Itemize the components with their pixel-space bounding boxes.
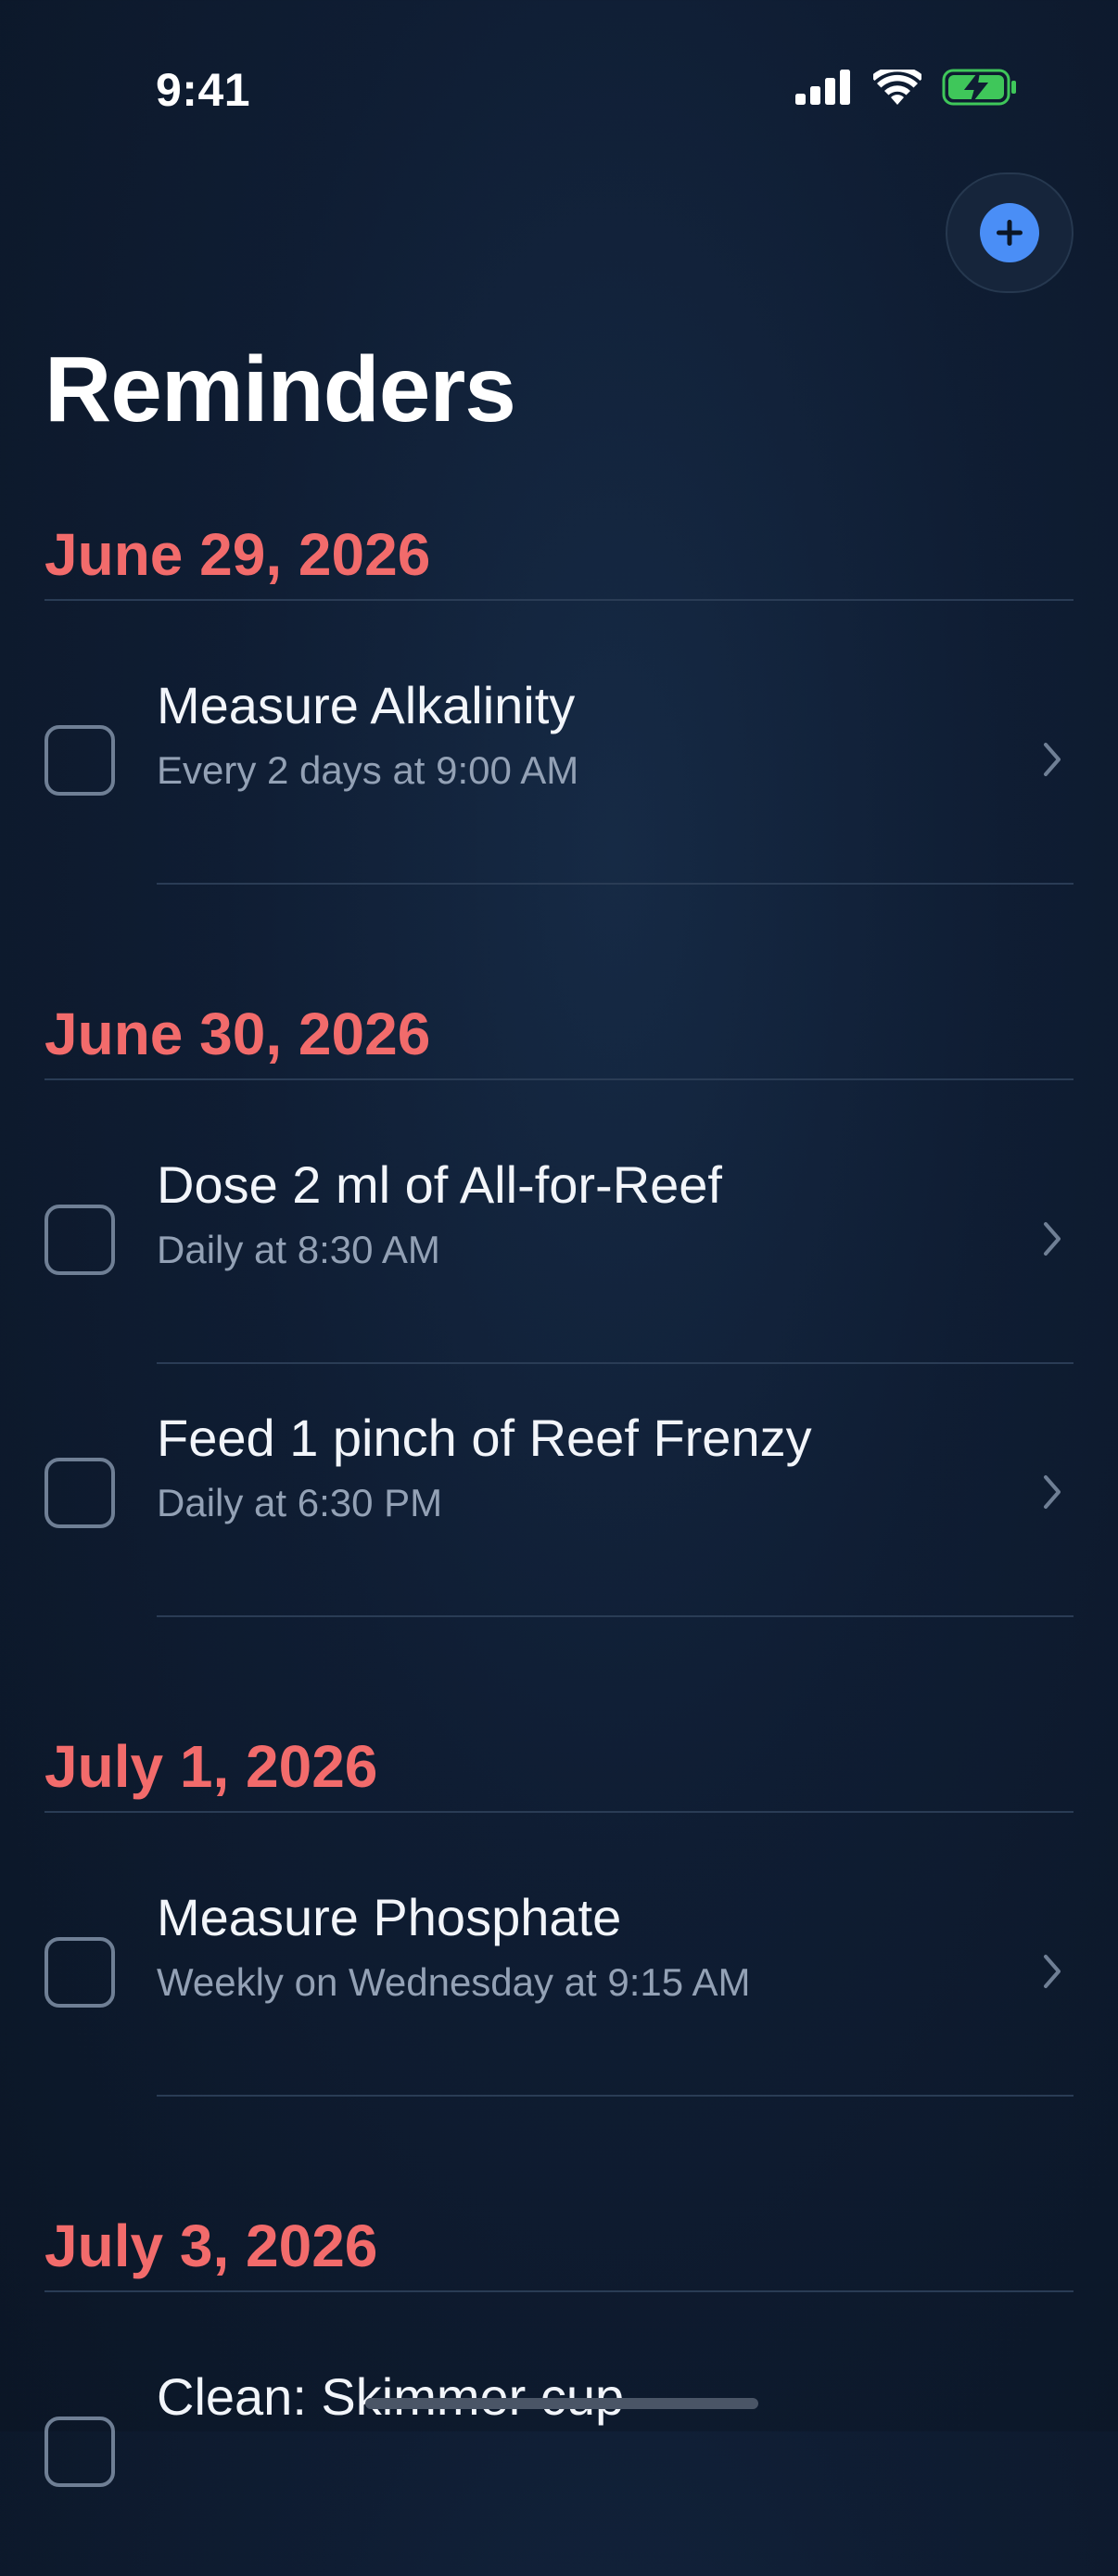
status-icons [795, 69, 1018, 106]
reminder-title: Measure Alkalinity [157, 676, 576, 734]
row-divider [157, 1362, 1074, 1364]
chevron-right-icon [1044, 1955, 1061, 1988]
status-bar: 9:41 [0, 0, 1118, 167]
reminder-checkbox[interactable] [44, 1205, 115, 1275]
chevron-right-icon [1044, 743, 1061, 776]
reminder-title: Clean: Skimmer cup [157, 2367, 625, 2426]
row-divider [157, 2095, 1074, 2097]
wifi-icon [873, 70, 921, 105]
row-divider [157, 883, 1074, 885]
section-date: June 30, 2026 [44, 1001, 431, 1067]
chevron-right-icon [1044, 1475, 1061, 1509]
reminder-title: Dose 2 ml of All-for-Reef [157, 1155, 722, 1214]
reminder-row[interactable]: Measure Phosphate Weekly on Wednesday at… [0, 1844, 1118, 2097]
chevron-right-icon [1044, 1222, 1061, 1256]
reminder-checkbox[interactable] [44, 2417, 115, 2487]
reminder-row[interactable]: Dose 2 ml of All-for-Reef Daily at 8:30 … [0, 1112, 1118, 1364]
section-header: June 30, 2026 [44, 997, 1074, 1080]
section-header: July 3, 2026 [44, 2209, 1074, 2292]
reminder-row[interactable]: Feed 1 pinch of Reef Frenzy Daily at 6:3… [0, 1365, 1118, 1617]
plus-icon [980, 203, 1039, 262]
reminder-title: Measure Phosphate [157, 1888, 622, 1946]
reminder-checkbox[interactable] [44, 1458, 115, 1528]
home-indicator [365, 2398, 758, 2409]
page-title: Reminders [44, 338, 516, 441]
cellular-signal-icon [795, 70, 850, 105]
status-time: 9:41 [156, 64, 251, 116]
section-date: June 29, 2026 [44, 521, 431, 588]
reminder-title: Feed 1 pinch of Reef Frenzy [157, 1409, 812, 1467]
row-divider [157, 1615, 1074, 1617]
section-date: July 1, 2026 [44, 1733, 378, 1800]
reminder-schedule: Every 2 days at 9:00 AM [157, 748, 579, 792]
section-header: June 29, 2026 [44, 517, 1074, 601]
section-header: July 1, 2026 [44, 1729, 1074, 1813]
reminder-schedule: Daily at 6:30 PM [157, 1481, 443, 1524]
reminder-schedule: Daily at 8:30 AM [157, 1228, 440, 1271]
reminder-schedule: Weekly on Wednesday at 9:15 AM [157, 1960, 751, 2004]
battery-charging-icon [942, 69, 1016, 106]
section-date: July 3, 2026 [44, 2213, 378, 2279]
reminder-row[interactable]: Clean: Skimmer cup [0, 2324, 1118, 2576]
add-reminder-button[interactable] [946, 172, 1074, 293]
reminder-row[interactable]: Measure Alkalinity Every 2 days at 9:00 … [0, 632, 1118, 885]
reminder-checkbox[interactable] [44, 725, 115, 796]
reminder-checkbox[interactable] [44, 1937, 115, 2008]
